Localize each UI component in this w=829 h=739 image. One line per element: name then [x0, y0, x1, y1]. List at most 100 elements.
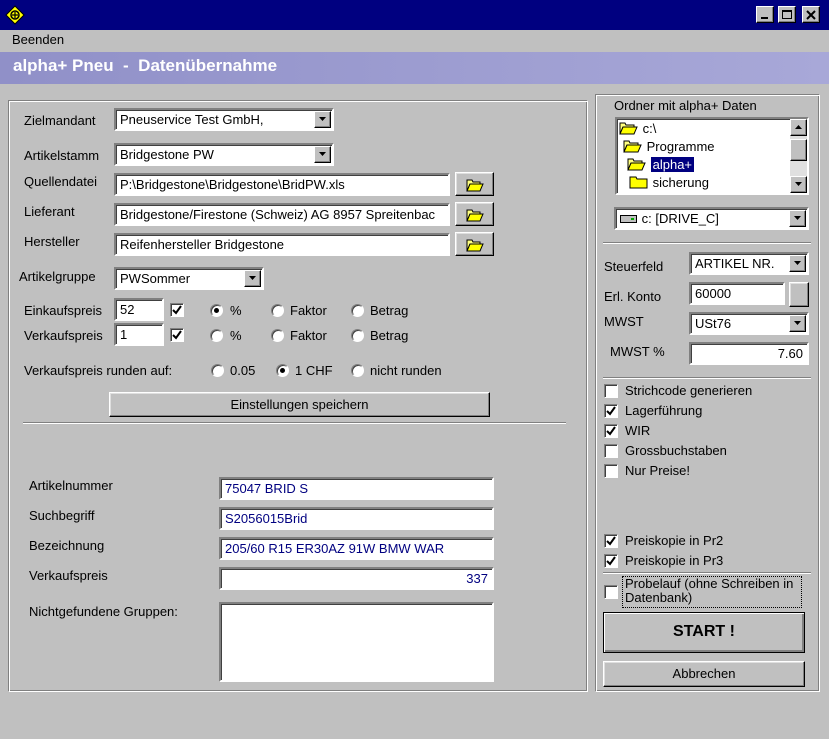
scroll-down-button[interactable]: [790, 176, 807, 193]
hersteller-field[interactable]: Reifenhersteller Bridgestone: [114, 233, 450, 256]
drive-icon: [620, 215, 637, 223]
minimize-button[interactable]: [756, 6, 774, 23]
page-title-text: alpha+ Pneu - Datenübernahme: [13, 56, 278, 75]
drive-dropdown-button[interactable]: [789, 210, 806, 227]
runden-radio-nicht[interactable]: [351, 364, 364, 377]
status-bezeichnung-field: 205/60 R15 ER30AZ 91W BMW WAR: [219, 537, 494, 560]
probelauf-checkbox[interactable]: [604, 585, 618, 599]
quelldatei-value: P:\Bridgestone\Bridgestone\BridPW.xls: [120, 177, 345, 192]
nurpreise-checkbox[interactable]: [604, 464, 618, 478]
section-divider: [603, 377, 811, 379]
close-button[interactable]: [802, 6, 820, 23]
lager-checkbox[interactable]: [604, 404, 618, 418]
start-label: START !: [673, 623, 735, 640]
einkaufspreis-radio-betrag[interactable]: [351, 304, 364, 317]
tree-item-label: alpha+: [650, 157, 695, 172]
strichcode-label: Strichcode generieren: [625, 383, 753, 398]
chevron-down-icon: [319, 152, 326, 156]
tree-item-programme[interactable]: Programme: [623, 139, 715, 157]
quelldatei-field[interactable]: P:\Bridgestone\Bridgestone\BridPW.xls: [114, 173, 450, 196]
pr2-checkbox[interactable]: [604, 534, 618, 548]
title-bar[interactable]: [0, 0, 829, 30]
mwst-combo[interactable]: USt76: [689, 312, 809, 335]
folder-tree[interactable]: c:\ Programme alpha+ sicherung: [615, 117, 809, 195]
steuerfeld-combo[interactable]: ARTIKEL NR.: [689, 252, 809, 275]
strichcode-checkbox[interactable]: [604, 384, 618, 398]
browse-lieferant-button[interactable]: [455, 202, 494, 226]
drive-combo[interactable]: c: [DRIVE_C]: [614, 207, 809, 230]
verkaufspreis-field[interactable]: 1: [114, 323, 164, 346]
verkaufspreis-label: Verkaufspreis: [24, 328, 103, 343]
open-folder-icon: [627, 158, 646, 171]
artikelgruppe-combo[interactable]: PWSommer: [114, 267, 264, 290]
verkaufspreis-value: 1: [120, 327, 128, 342]
konto-lookup-button[interactable]: [789, 282, 809, 307]
wir-label: WIR: [625, 423, 651, 438]
menu-beenden[interactable]: Beenden: [12, 32, 64, 47]
einkaufspreis-radio-faktor[interactable]: [271, 304, 284, 317]
chevron-down-icon: [319, 117, 326, 121]
tree-item-c[interactable]: c:\: [619, 121, 656, 139]
einkaufspreis-betrag-label: Betrag: [370, 303, 409, 318]
minimize-icon: [761, 17, 768, 19]
close-icon: [806, 10, 816, 20]
zielmandant-dropdown-button[interactable]: [314, 111, 331, 128]
maximize-icon: [782, 10, 792, 19]
verkaufspreis-betrag-label: Betrag: [370, 328, 409, 343]
menu-bar: Beenden: [0, 30, 829, 50]
lieferant-field[interactable]: Bridgestone/Firestone (Schweiz) AG 8957 …: [114, 203, 450, 226]
tree-item-sicherung[interactable]: sicherung: [629, 175, 709, 193]
steuerfeld-dropdown-button[interactable]: [789, 255, 806, 272]
steuerfeld-label: Steuerfeld: [604, 259, 664, 274]
section-divider: [603, 572, 811, 574]
scroll-up-button[interactable]: [790, 119, 807, 136]
konto-field[interactable]: 60000: [689, 282, 785, 305]
verkaufspreis-faktor-label: Faktor: [290, 328, 327, 343]
runden-radio-1chf[interactable]: [276, 364, 289, 377]
einkaufspreis-radio-percent[interactable]: [210, 304, 223, 317]
steuerfeld-value: ARTIKEL NR.: [695, 256, 775, 271]
checkmark-icon: [606, 556, 616, 566]
browse-quelldatei-button[interactable]: [455, 172, 494, 196]
verkaufspreis-radio-percent[interactable]: [210, 329, 223, 342]
scroll-thumb[interactable]: [790, 139, 807, 161]
konto-label: Erl. Konto: [604, 289, 662, 304]
gross-checkbox[interactable]: [604, 444, 618, 458]
folder-tree-scrollbar[interactable]: [790, 119, 807, 193]
runden-radio-005[interactable]: [211, 364, 224, 377]
checkmark-icon: [606, 406, 616, 416]
status-suchbegriff-field: S2056015Brid: [219, 507, 494, 530]
save-settings-button[interactable]: Einstellungen speichern: [109, 392, 490, 417]
status-artikelnummer-field: 75047 BRID S: [219, 477, 494, 500]
abbrechen-button[interactable]: Abbrechen: [603, 661, 805, 687]
checkmark-icon: [606, 426, 616, 436]
folder-icon: [629, 176, 648, 189]
maximize-button[interactable]: [778, 6, 796, 23]
tree-item-label: sicherung: [652, 175, 709, 190]
mwst-pct-field[interactable]: 7.60: [689, 342, 809, 365]
gross-label: Grossbuchstaben: [625, 443, 727, 458]
pr3-checkbox[interactable]: [604, 554, 618, 568]
zielmandant-combo[interactable]: Pneuservice Test GmbH,: [114, 108, 334, 131]
zielmandant-value: Pneuservice Test GmbH,: [120, 112, 264, 127]
artikelstamm-combo[interactable]: Bridgestone PW: [114, 143, 334, 166]
app-diamond-icon[interactable]: [5, 5, 25, 25]
nichtgefunden-textarea[interactable]: [219, 602, 494, 682]
artikelstamm-dropdown-button[interactable]: [314, 146, 331, 163]
verkaufspreis-radio-betrag[interactable]: [351, 329, 364, 342]
artikelstamm-value: Bridgestone PW: [120, 147, 214, 162]
einkaufspreis-checkbox[interactable]: [170, 303, 184, 317]
tree-item-alpha[interactable]: alpha+: [627, 157, 695, 175]
runden-1chf-label: 1 CHF: [295, 363, 333, 378]
mwst-dropdown-button[interactable]: [789, 315, 806, 332]
probelauf-label: Probelauf (ohne Schreiben in Datenbank): [622, 576, 802, 608]
mwst-pct-value: 7.60: [777, 346, 803, 361]
verkaufspreis-checkbox[interactable]: [170, 328, 184, 342]
start-button[interactable]: START !: [603, 612, 805, 653]
checkmark-icon: [606, 536, 616, 546]
artikelgruppe-dropdown-button[interactable]: [244, 270, 261, 287]
verkaufspreis-radio-faktor[interactable]: [271, 329, 284, 342]
browse-hersteller-button[interactable]: [455, 232, 494, 256]
einkaufspreis-field[interactable]: 52: [114, 298, 164, 321]
wir-checkbox[interactable]: [604, 424, 618, 438]
